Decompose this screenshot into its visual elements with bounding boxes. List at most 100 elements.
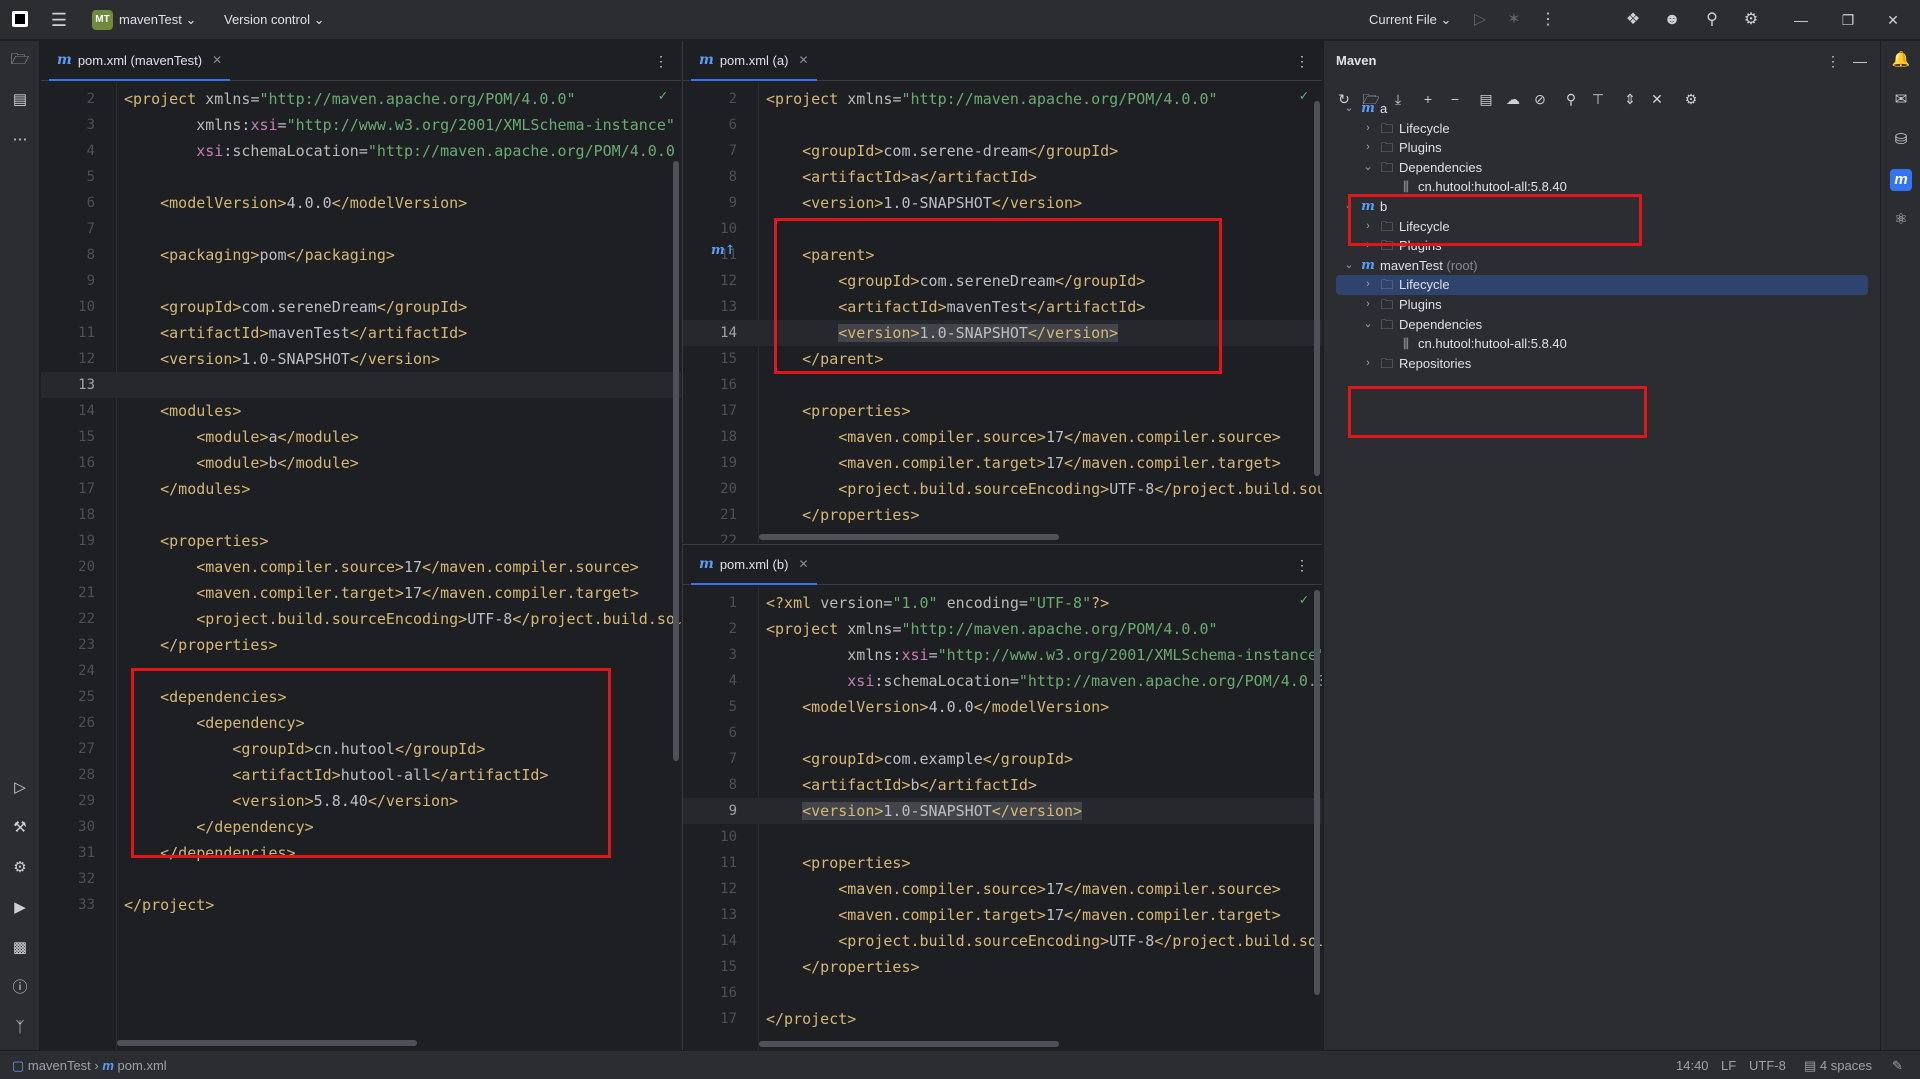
chevron-down-icon[interactable]: ⌄ (1342, 197, 1356, 217)
debug-tool-icon[interactable]: ▶ (9, 897, 31, 919)
hide-panel-icon[interactable]: — (1850, 51, 1870, 71)
code-line[interactable]: 1 <?xml version="1.0" encoding="UTF-8"?> (683, 590, 1322, 616)
code-line[interactable]: 15 <module>a</module> (41, 424, 681, 450)
tree-item-cn-hutool-hutool-all-5-8-40[interactable]: ⫼ cn.hutool:hutool-all:5.8.40 (1336, 334, 1868, 354)
problems-icon[interactable]: ⓘ (9, 977, 31, 999)
chevron-right-icon[interactable]: › (1361, 138, 1375, 158)
code-line[interactable]: 5 <modelVersion>4.0.0</modelVersion> (683, 694, 1322, 720)
code-line[interactable]: 10 <groupId>com.sereneDream</groupId> (41, 294, 681, 320)
indent-setting[interactable]: ▤ 4 spaces (1804, 1058, 1872, 1074)
chevron-right-icon[interactable]: › (1361, 217, 1375, 237)
code-editor[interactable]: ✓ 2 <project xmlns="http://maven.apache.o… (41, 82, 681, 1050)
code-line[interactable]: 2 <project xmlns="http://maven.apache.org… (41, 86, 681, 112)
code-line[interactable]: 2 <project xmlns="http://maven.apache.org… (683, 86, 1322, 112)
code-line[interactable]: 15 </parent> (683, 346, 1322, 372)
project-folder-icon[interactable]: 🗁 (9, 49, 31, 71)
code-line[interactable]: 19 <maven.compiler.target>17</maven.comp… (683, 450, 1322, 476)
code-line[interactable]: 17 </project> (683, 1006, 1322, 1032)
chevron-right-icon[interactable]: › (1361, 119, 1375, 139)
pane-options-icon[interactable]: ⋮ (1292, 555, 1312, 575)
project-selector[interactable]: mavenTest ⌄ (119, 12, 196, 28)
breadcrumb[interactable]: ▢ mavenTest › m pom.xml (12, 1058, 167, 1074)
code-line[interactable]: 12 <version>1.0-SNAPSHOT</version> (41, 346, 681, 372)
code-line[interactable]: 6 (683, 720, 1322, 746)
chevron-right-icon[interactable]: › (1361, 295, 1375, 315)
pane-options-icon[interactable]: ⋮ (651, 51, 671, 71)
ai-chat-icon[interactable]: ✉ (1890, 89, 1912, 111)
code-line[interactable]: 6 <modelVersion>4.0.0</modelVersion> (41, 190, 681, 216)
horizontal-scrollbar[interactable] (117, 1040, 417, 1046)
code-line[interactable]: 21 </properties> (683, 502, 1322, 528)
chevron-right-icon[interactable]: › (1361, 236, 1375, 256)
tree-item-plugins[interactable]: › 🗀 Plugins (1336, 236, 1868, 256)
code-line[interactable]: 25 <dependencies> (41, 684, 681, 710)
code-line[interactable]: 11 <parent> (683, 242, 1322, 268)
code-line[interactable]: 27 <groupId>cn.hutool</groupId> (41, 736, 681, 762)
code-line[interactable]: 20 <maven.compiler.source>17</maven.comp… (41, 554, 681, 580)
code-line[interactable]: 10 (683, 824, 1322, 850)
horizontal-scrollbar[interactable] (759, 1041, 1059, 1047)
tab-pom-mavenTest[interactable]: m pom.xml (mavenTest) ✕ (49, 41, 231, 81)
code-line[interactable]: 23 </properties> (41, 632, 681, 658)
tree-item-cn-hutool-hutool-all-5-8-40[interactable]: ⫼ cn.hutool:hutool-all:5.8.40 (1336, 177, 1868, 197)
tree-item-lifecycle[interactable]: › 🗀 Lifecycle (1336, 275, 1868, 295)
code-line[interactable]: 29 <version>5.8.40</version> (41, 788, 681, 814)
vertical-scrollbar[interactable] (1314, 590, 1320, 995)
code-line[interactable]: 3 xmlns:xsi="http://www.w3.org/2001/XMLS… (41, 112, 681, 138)
code-with-me-icon[interactable]: ☻ (1661, 9, 1683, 31)
search-icon[interactable]: ⚲ (1701, 9, 1723, 31)
code-line[interactable]: 19 <properties> (41, 528, 681, 554)
tab-pom-b[interactable]: m pom.xml (b) ✕ (691, 545, 817, 585)
code-line[interactable]: 9 <version>1.0-SNAPSHOT</version> (683, 190, 1322, 216)
tree-item-dependencies[interactable]: ⌄ 🗀 Dependencies (1336, 158, 1868, 178)
code-line[interactable]: 20 <project.build.sourceEncoding>UTF-8</… (683, 476, 1322, 502)
code-line[interactable]: 4 xsi:schemaLocation="http://maven.apach… (683, 668, 1322, 694)
more-tools-icon[interactable]: ⋯ (9, 129, 31, 151)
code-line[interactable]: 30 </dependency> (41, 814, 681, 840)
code-line[interactable]: 2 <project xmlns="http://maven.apache.org… (683, 616, 1322, 642)
code-line[interactable]: 17 <properties> (683, 398, 1322, 424)
code-line[interactable]: 16 (683, 980, 1322, 1006)
restore-icon[interactable]: ❐ (1837, 9, 1859, 31)
code-line[interactable]: 32 (41, 866, 681, 892)
code-line[interactable]: 12 <maven.compiler.source>17</maven.comp… (683, 876, 1322, 902)
code-line[interactable]: 7 <groupId>com.example</groupId> (683, 746, 1322, 772)
file-encoding[interactable]: UTF-8 (1749, 1058, 1786, 1073)
code-line[interactable]: 14 <project.build.sourceEncoding>UTF-8</… (683, 928, 1322, 954)
vertical-scrollbar[interactable] (1314, 101, 1320, 476)
tree-item-repositories[interactable]: › 🗀 Repositories (1336, 354, 1868, 374)
code-line[interactable]: 8 <artifactId>b</artifactId> (683, 772, 1322, 798)
main-menu-icon[interactable]: ☰ (49, 10, 69, 30)
chevron-right-icon[interactable]: › (1361, 275, 1375, 295)
code-line[interactable]: 14 <version>1.0-SNAPSHOT</version> (683, 320, 1322, 346)
vertical-scrollbar[interactable] (673, 161, 679, 761)
git-icon[interactable]: ᛉ (9, 1017, 31, 1039)
run-config-selector[interactable]: Current File ⌄ (1369, 12, 1451, 28)
close-tab-icon[interactable]: ✕ (798, 53, 808, 67)
chevron-down-icon[interactable]: ⌄ (1342, 99, 1356, 119)
cursor-position[interactable]: 14:40 (1676, 1058, 1709, 1073)
minimize-icon[interactable]: — (1790, 9, 1812, 31)
code-line[interactable]: 24 (41, 658, 681, 684)
services-icon[interactable]: ⚙ (9, 857, 31, 879)
chevron-down-icon[interactable]: ⌄ (1361, 158, 1375, 178)
ai-assistant-icon[interactable]: ❖ (1622, 9, 1644, 31)
lock-icon[interactable]: ✎ (1892, 1058, 1903, 1074)
horizontal-scrollbar[interactable] (759, 534, 1059, 540)
code-line[interactable]: 8 <packaging>pom</packaging> (41, 242, 681, 268)
database-icon[interactable]: ⛁ (1890, 129, 1912, 151)
code-line[interactable]: 12 <groupId>com.sereneDream</groupId> (683, 268, 1322, 294)
pane-options-icon[interactable]: ⋮ (1292, 51, 1312, 71)
code-line[interactable]: 22 <project.build.sourceEncoding>UTF-8</… (41, 606, 681, 632)
code-line[interactable]: 11 <properties> (683, 850, 1322, 876)
code-line[interactable]: 15 </properties> (683, 954, 1322, 980)
structure-icon[interactable]: ▤ (9, 89, 31, 111)
code-line[interactable]: 9 <version>1.0-SNAPSHOT</version> (683, 798, 1322, 824)
code-line[interactable]: 18 (41, 502, 681, 528)
close-tab-icon[interactable]: ✕ (212, 53, 222, 67)
code-line[interactable]: 16 (683, 372, 1322, 398)
code-line[interactable]: 8 <artifactId>a</artifactId> (683, 164, 1322, 190)
terminal-icon[interactable]: ▩ (9, 937, 31, 959)
code-line[interactable]: 31 </dependencies> (41, 840, 681, 866)
code-line[interactable]: 13 <maven.compiler.target>17</maven.comp… (683, 902, 1322, 928)
